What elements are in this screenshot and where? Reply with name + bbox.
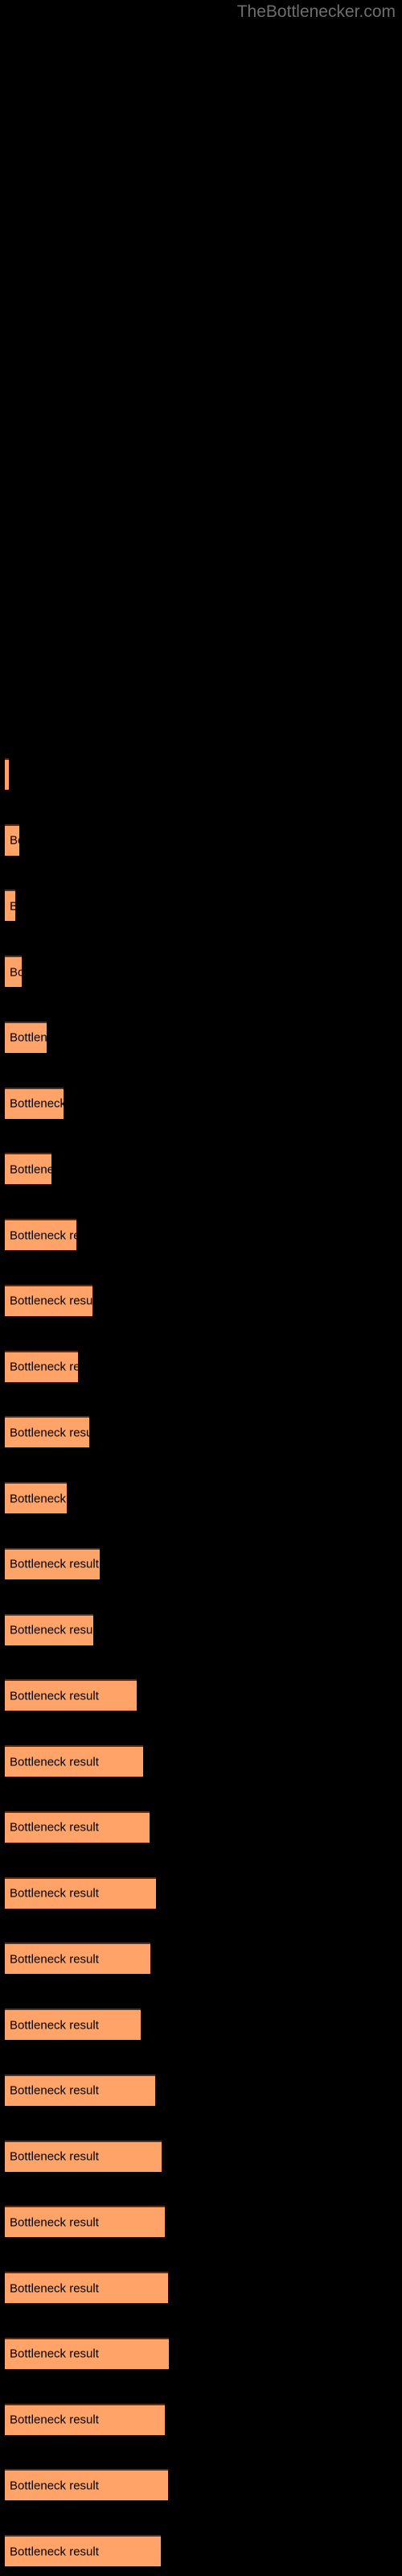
- bar-segment: Bottleneck result: [5, 1482, 67, 1514]
- bar-segment: Bottleneck result: [5, 1021, 47, 1053]
- bar-row: Bottleneck result: [0, 2337, 402, 2370]
- bar-label: Bottleneck result: [10, 1623, 93, 1637]
- bar-segment: Bottleneck result: [5, 2272, 168, 2304]
- bar-label: Bottleneck result: [10, 1360, 78, 1374]
- bar-row: Bottleneck result: [0, 2074, 402, 2107]
- bar-segment: Bottleneck result: [5, 1876, 156, 1909]
- bar-row: Bottleneck result: [0, 1284, 402, 1317]
- bar-label: Bottleneck result: [10, 1886, 99, 1901]
- bar-label: Bottleneck result: [10, 2149, 99, 2164]
- bar-row: Bottleneck result: [0, 1350, 402, 1383]
- bar-segment: Bottleneck result: [5, 2008, 141, 2041]
- bar-label: Bottleneck result: [10, 2545, 99, 2558]
- bar-row: Bottleneck result: [0, 1745, 402, 1777]
- bar-segment: Bottleneck result: [5, 824, 19, 856]
- bar-label: Bottleneck result: [10, 1426, 89, 1440]
- bar-segment: Bottleneck result: [5, 1745, 143, 1777]
- bar-segment: Bottleneck result: [5, 2403, 165, 2435]
- bar-label: Bottleneck result: [10, 1689, 99, 1703]
- bar-segment: Bottleneck result: [5, 890, 15, 922]
- bar-row: Bottleneck result: [0, 2272, 402, 2304]
- bar-row: Bottleneck result: [0, 1876, 402, 1909]
- bar-label: Bottleneck result: [10, 1557, 99, 1571]
- bar-row: Bottleneck result: [0, 1482, 402, 1514]
- bar-chart-plot-area: Bottleneck result Bottleneck result Bottle…: [0, 0, 402, 2576]
- bar-row: Bottleneck result: [0, 1153, 402, 1185]
- bar-segment: Bottleneck result: [5, 2206, 165, 2238]
- bar-label: Bottleneck result: [10, 1162, 51, 1177]
- bar-segment: Bottleneck result: [5, 2074, 155, 2106]
- bar-row: Bottleneck result: [0, 1416, 402, 1448]
- bar-label: Bottleneck result: [10, 2347, 99, 2361]
- bar-row: Bottleneck result: [0, 2403, 402, 2436]
- bar-segment: Bottleneck result: [5, 2469, 168, 2501]
- bar-row: Bottleneck result: [0, 2008, 402, 2041]
- bar-label: Bottleneck result: [10, 1096, 64, 1111]
- bar-row: Bottleneck result: [0, 2140, 402, 2173]
- bar-segment: Bottleneck result: [5, 1613, 93, 1645]
- bar-segment: Bottleneck result: [5, 1942, 150, 1975]
- bar-segment: Bottleneck result: [5, 1547, 100, 1579]
- bar-segment: Bottleneck result: [5, 1153, 51, 1185]
- bar-segment: Bottleneck result: [5, 2535, 161, 2566]
- bar-segment: Bottleneck result: [5, 2337, 169, 2369]
- bar-label: Bottleneck result: [10, 1030, 47, 1045]
- bar-row: Bottleneck result: [0, 1613, 402, 1646]
- bar-segment: Bottleneck result: [5, 1416, 89, 1448]
- bar-segment: Bottleneck result: [5, 2140, 162, 2172]
- bar-row: Bottleneck result: [0, 1942, 402, 1975]
- bar-row: Bottleneck result: [0, 2469, 402, 2501]
- bar-label: Bottleneck result: [10, 2281, 99, 2296]
- bar-row: Bottleneck result: [0, 2535, 402, 2567]
- bar-segment: Bottleneck result: [5, 1679, 137, 1711]
- bar-row: Bottleneck result: [0, 890, 402, 922]
- bar-label: Bottleneck result: [10, 1755, 99, 1769]
- bar-label: Bottleneck result: [10, 1228, 76, 1243]
- bar-row: Bottleneck result: [0, 1547, 402, 1580]
- bar-row: Bottleneck result: [0, 956, 402, 988]
- bar-segment: Bottleneck result: [5, 956, 22, 988]
- bar-segment: Bottleneck result: [5, 758, 9, 790]
- bar-label: Bottleneck result: [10, 2479, 99, 2493]
- bar-segment: Bottleneck result: [5, 1219, 76, 1251]
- bar-row: Bottleneck result: [0, 1219, 402, 1251]
- bar-label: Bottleneck result: [10, 1820, 99, 1835]
- bar-segment: Bottleneck result: [5, 1284, 92, 1316]
- bar-row: Bottleneck result: [0, 824, 402, 857]
- bar-label: Bottleneck result: [10, 2018, 99, 2033]
- bar-label: Bottleneck result: [10, 1952, 99, 1967]
- bar-segment: Bottleneck result: [5, 1087, 64, 1119]
- bar-label: Bottleneck result: [10, 899, 15, 913]
- bar-row: Bottleneck result: [0, 758, 402, 791]
- bar-label: Bottleneck result: [10, 2215, 99, 2230]
- bar-segment: Bottleneck result: [5, 1350, 78, 1382]
- bar-row: Bottleneck result: [0, 1087, 402, 1120]
- bar-label: Bottleneck result: [10, 965, 22, 980]
- bar-label: Bottleneck result: [10, 833, 19, 848]
- bar-row: Bottleneck result: [0, 1679, 402, 1711]
- chart-page: TheBottlenecker.com Bottleneck resultBot…: [0, 0, 402, 2576]
- bar-segment: Bottleneck result: [5, 1810, 150, 1843]
- bar-label: Bottleneck result: [10, 2413, 99, 2427]
- bar-label: Bottleneck result: [10, 1492, 67, 1506]
- bar-label: Bottleneck result: [10, 1294, 92, 1308]
- bar-row: Bottleneck result: [0, 1021, 402, 1054]
- bar-row: Bottleneck result: [0, 1810, 402, 1843]
- bar-label: Bottleneck result: [10, 2083, 99, 2098]
- bar-row: Bottleneck result: [0, 2206, 402, 2238]
